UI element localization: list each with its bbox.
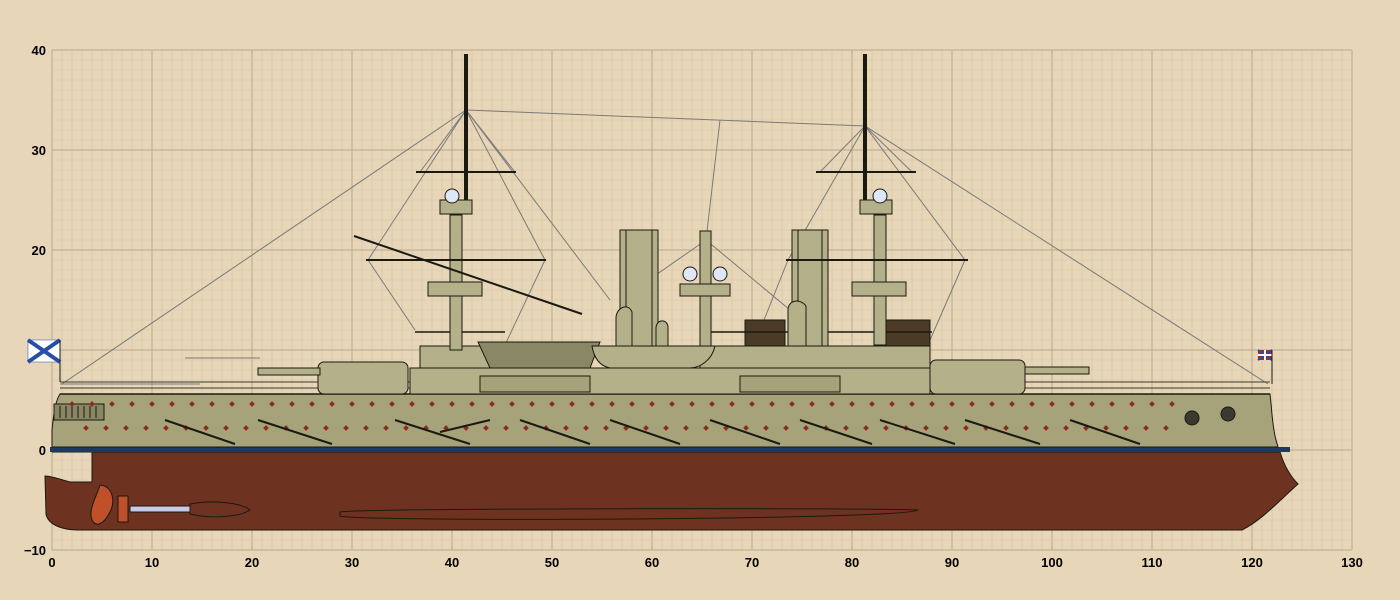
- st-andrews-ensign-icon: [26, 338, 62, 382]
- forward-main-turret: [929, 359, 1090, 395]
- ventilator-2: [655, 320, 669, 347]
- conning-tower: [884, 319, 931, 347]
- x-tick-label: 70: [745, 555, 759, 570]
- x-tick-label: 0: [48, 555, 55, 570]
- secondary-battery-fwd: [739, 375, 841, 393]
- secondary-battery-aft: [479, 375, 591, 393]
- x-axis-labels: 0 10 20 30 40 50 60 70 80 90 100 110 120 130: [48, 555, 1362, 570]
- ships-boat-1: [477, 341, 601, 369]
- propeller-shaft: [129, 505, 191, 513]
- searchlight-icon: [712, 266, 728, 282]
- y-axis-labels: −10010203040: [24, 43, 46, 558]
- aft-mast: [353, 54, 583, 351]
- y-tick-label: 30: [32, 143, 46, 158]
- x-tick-label: 20: [245, 555, 259, 570]
- x-tick-label: 130: [1341, 555, 1363, 570]
- x-tick-label: 10: [145, 555, 159, 570]
- forward-bridge-house: [744, 319, 786, 347]
- fwd-superstructure: [699, 345, 931, 369]
- searchlight-icon: [682, 266, 698, 282]
- x-tick-label: 90: [945, 555, 959, 570]
- x-tick-label: 30: [345, 555, 359, 570]
- aft-main-turret: [257, 361, 409, 395]
- x-tick-label: 120: [1241, 555, 1263, 570]
- y-tick-label: 40: [32, 43, 46, 58]
- x-tick-label: 110: [1142, 555, 1163, 570]
- x-tick-label: 50: [545, 555, 559, 570]
- x-tick-label: 80: [845, 555, 859, 570]
- y-tick-label: −10: [24, 543, 46, 558]
- searchlight-platform: [679, 283, 731, 297]
- x-tick-label: 60: [645, 555, 659, 570]
- y-tick-label: 20: [32, 243, 46, 258]
- boot-top-stripe: [50, 447, 1290, 452]
- ships-boat-2: [591, 345, 716, 369]
- y-tick-label: 0: [39, 443, 46, 458]
- ventilator-3: [787, 300, 807, 347]
- ventilator-1: [615, 306, 633, 347]
- x-tick-label: 100: [1041, 555, 1063, 570]
- ship-profile-drawing: 0102030405060708090100110120130 −1001020…: [24, 43, 1363, 570]
- x-tick-label: 40: [445, 555, 459, 570]
